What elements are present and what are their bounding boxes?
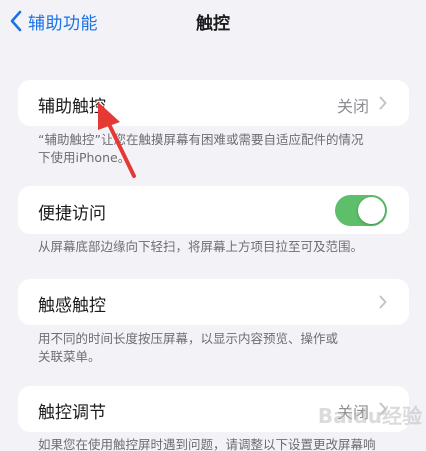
- reachability-toggle[interactable]: [335, 195, 387, 226]
- reachability-label: 便捷访问: [38, 204, 106, 224]
- reachability-footer: 从屏幕底部边缘向下轻扫，将屏幕上方项目拉至可及范围。: [38, 238, 398, 256]
- footer-line: 从屏幕底部边缘向下轻扫，将屏幕上方项目拉至可及范围。: [38, 239, 364, 254]
- assistive-touch-footer: “辅助触控”让您在触摸屏幕有困难或需要自适应配件的情况 下使用iPhone。: [38, 131, 398, 167]
- footer-line: 下使用iPhone。: [38, 150, 131, 165]
- chevron-right-icon: [379, 295, 387, 309]
- reachability-row: 便捷访问: [18, 186, 409, 234]
- watermark-logo: Baidu经验: [317, 404, 422, 428]
- assistive-touch-row[interactable]: 辅助触控 关闭: [18, 80, 409, 126]
- footer-line: 用不同的时间长度按压屏幕，以显示内容预览、操作或: [38, 331, 339, 346]
- footer-line: 如果您在使用触控屏时遇到问题，请调整以下设置更改屏幕响: [38, 437, 376, 451]
- navigation-bar: 辅助功能 触控: [0, 0, 426, 44]
- assistive-touch-value: 关闭: [336, 97, 369, 116]
- page-title: 触控: [196, 14, 230, 34]
- haptic-touch-footer: 用不同的时间长度按压屏幕，以显示内容预览、操作或 关联菜单。: [38, 330, 398, 366]
- chevron-right-icon: [379, 96, 387, 110]
- toggle-knob: [358, 197, 385, 224]
- haptic-touch-row[interactable]: 触感触控: [18, 279, 409, 325]
- touch-accommodations-label: 触控调节: [38, 403, 106, 423]
- footer-line: “辅助触控”让您在触摸屏幕有困难或需要自适应配件的情况: [38, 132, 364, 147]
- assistive-touch-label: 辅助触控: [38, 97, 106, 117]
- haptic-touch-label: 触感触控: [38, 296, 106, 316]
- touch-accommodations-footer: 如果您在使用触控屏时遇到问题，请调整以下设置更改屏幕响: [38, 436, 398, 451]
- footer-line: 关联菜单。: [38, 349, 101, 364]
